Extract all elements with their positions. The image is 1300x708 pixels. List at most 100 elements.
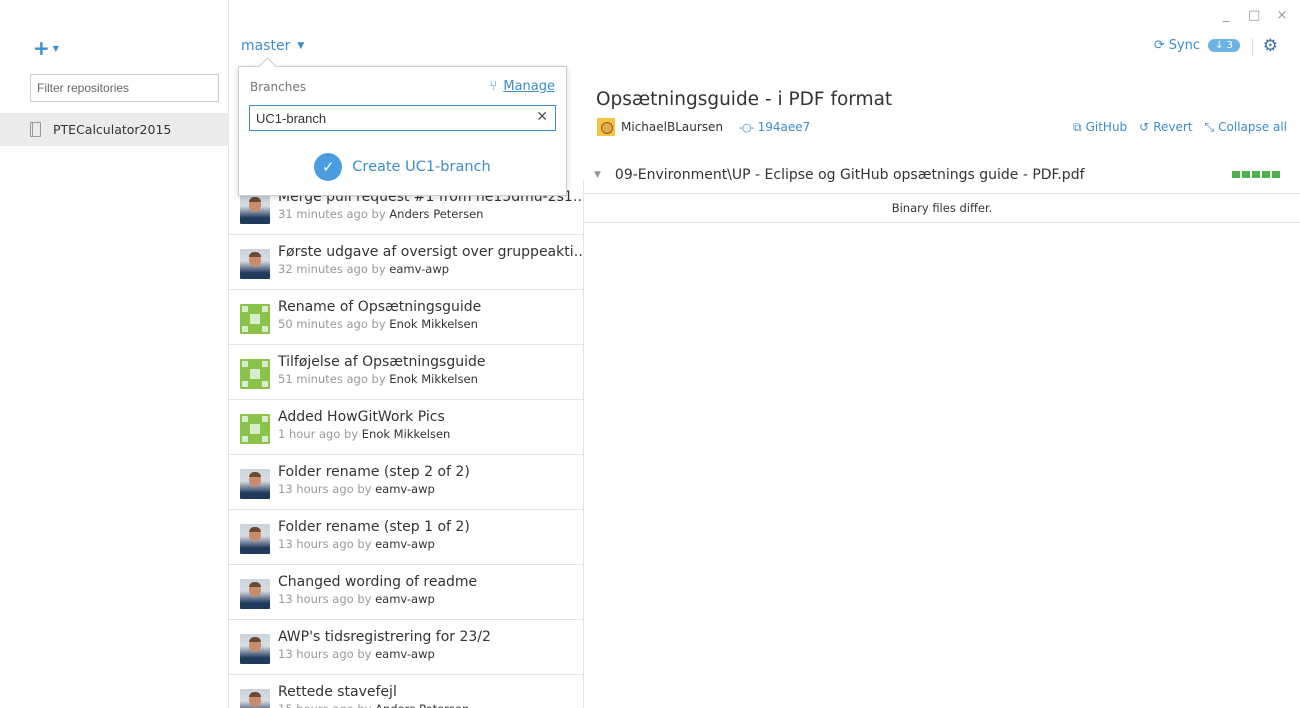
commit-meta: 13 hours ago by eamv-awp [278, 536, 583, 552]
commit-message: Rettede stavefejl [278, 684, 397, 700]
commit-time: 31 minutes ago by [278, 207, 386, 221]
commit-row[interactable]: Tilføjelse af Opsætningsguide 51 minutes … [229, 345, 583, 400]
commit-row[interactable]: Rename of Opsætningsguide 50 minutes ago … [229, 290, 583, 345]
commit-message: Første udgave af oversigt over gruppeakt… [278, 244, 584, 260]
file-name: 09-Environment\UP - Eclipse og GitHub op… [614, 166, 1085, 183]
add-repository-button[interactable]: + ▼ [33, 36, 59, 60]
collapse-label: Collapse all [1218, 120, 1287, 134]
commit-time: 13 hours ago by [278, 647, 372, 661]
github-button[interactable]: ⧉ GitHub [1073, 120, 1127, 135]
commit-actions: ⧉ GitHub ↺ Revert ⤡ Collapse all [1073, 120, 1287, 135]
commit-icon: -○- [739, 120, 755, 134]
branch-selector-button[interactable]: master ▼ [241, 38, 304, 54]
avatar [240, 524, 270, 554]
commit-meta: 13 hours ago by eamv-awp [278, 481, 583, 497]
clear-icon[interactable]: ✕ [536, 109, 548, 125]
chevron-down-icon: ▼ [297, 41, 305, 51]
filter-repositories-input[interactable] [30, 74, 219, 102]
commit-time: 13 hours ago by [278, 482, 372, 496]
commit-history-list: Merge pull request #1 from he15dmu-2s14.… [229, 180, 584, 708]
commit-message: Folder rename (step 1 of 2) [278, 519, 470, 535]
repository-item[interactable]: PTECalculator2015 [0, 113, 229, 146]
commit-time: 13 hours ago by [278, 592, 372, 606]
commit-meta: 32 minutes ago by eamv-awp [278, 261, 583, 277]
commit-row[interactable]: Første udgave af oversigt over gruppeakt… [229, 235, 583, 290]
branch-popover: Branches ⑂ Manage ✕ ✓ Create UC1-branch [238, 66, 567, 196]
revert-button[interactable]: ↺ Revert [1139, 120, 1192, 135]
commit-time: 32 minutes ago by [278, 262, 386, 276]
commit-time: 13 hours ago by [278, 537, 372, 551]
file-diff-header[interactable]: ▼ 09-Environment\UP - Eclipse og GitHub … [584, 156, 1300, 194]
commit-text: Tilføjelse af Opsætningsguide 51 minutes … [278, 353, 583, 387]
commit-author: eamv-awp [375, 647, 435, 661]
maximize-button[interactable]: □ [1248, 8, 1260, 23]
commit-row[interactable]: AWP's tidsregistrering for 23/2 13 hours … [229, 620, 583, 675]
sync-button[interactable]: ⟳ Sync ↓ 3 [1154, 38, 1240, 53]
avatar [597, 118, 615, 136]
plus-icon: + [33, 36, 50, 60]
commit-message: Folder rename (step 2 of 2) [278, 464, 470, 480]
commit-row[interactable]: Added HowGitWork Pics 1 hour ago by Enok … [229, 400, 583, 455]
collapse-all-button[interactable]: ⤡ Collapse all [1205, 120, 1287, 135]
commit-meta: 31 minutes ago by Anders Petersen [278, 206, 583, 222]
branch-icon: ⑂ [489, 79, 498, 94]
commit-meta: 51 minutes ago by Enok Mikkelsen [278, 371, 583, 387]
commit-text: Rename of Opsætningsguide 50 minutes ago … [278, 298, 583, 332]
avatar [240, 469, 270, 499]
commit-sha-link[interactable]: -○- 194aee7 [739, 120, 810, 134]
commit-message: Rename of Opsætningsguide [278, 299, 482, 315]
chevron-down-icon: ▼ [52, 43, 59, 53]
commit-text: AWP's tidsregistrering for 23/2 13 hours … [278, 628, 583, 662]
window-controls: _ □ × [1220, 8, 1288, 23]
create-branch-button[interactable]: ✓ Create UC1-branch [239, 153, 566, 181]
commit-text: Folder rename (step 1 of 2) 13 hours ago … [278, 518, 583, 552]
avatar [240, 634, 270, 664]
commit-text: Første udgave af oversigt over gruppeakt… [278, 243, 583, 277]
gear-icon[interactable]: ⚙ [1263, 36, 1278, 56]
commit-text: Changed wording of readme 13 hours ago by… [278, 573, 583, 607]
commit-meta: 1 hour ago by Enok Mikkelsen [278, 426, 583, 442]
close-button[interactable]: × [1276, 8, 1288, 23]
repository-name: PTECalculator2015 [53, 122, 172, 137]
commit-author: eamv-awp [375, 592, 435, 606]
commit-time: 50 minutes ago by [278, 317, 386, 331]
sync-label: Sync [1168, 38, 1201, 53]
toolbar-divider [1252, 38, 1253, 56]
commit-row[interactable]: Rettede stavefejl 15 hours ago by Anders … [229, 675, 583, 708]
commit-text: Added HowGitWork Pics 1 hour ago by Enok … [278, 408, 583, 442]
commit-author: eamv-awp [375, 537, 435, 551]
sync-count-badge: ↓ 3 [1208, 39, 1240, 52]
commit-author: eamv-awp [375, 482, 435, 496]
expand-caret-icon[interactable]: ▼ [594, 170, 601, 180]
commit-title: Opsætningsguide - i PDF format [596, 89, 893, 110]
commit-message: Added HowGitWork Pics [278, 409, 445, 425]
github-label: GitHub [1085, 120, 1128, 134]
branches-label: Branches [250, 80, 306, 94]
diffstat-block [1252, 171, 1260, 178]
revert-label: Revert [1153, 120, 1193, 134]
commit-author: Anders Petersen [375, 702, 469, 708]
manage-label: Manage [503, 79, 555, 94]
repository-sidebar: + ▼ PTECalculator2015 [0, 0, 229, 708]
minimize-button[interactable]: _ [1220, 8, 1232, 23]
commit-row[interactable]: Folder rename (step 2 of 2) 13 hours ago … [229, 455, 583, 510]
commit-sha: 194aee7 [757, 120, 811, 134]
diffstat-block [1242, 171, 1250, 178]
commit-message: Changed wording of readme [278, 574, 478, 590]
commit-time: 51 minutes ago by [278, 372, 386, 386]
binary-diff-note: Binary files differ. [584, 194, 1300, 223]
diffstat-block [1232, 171, 1240, 178]
current-branch: master [241, 38, 291, 54]
avatar [240, 304, 270, 334]
commit-message: AWP's tidsregistrering for 23/2 [278, 629, 491, 645]
commit-author: Anders Petersen [389, 207, 484, 221]
commit-row[interactable]: Changed wording of readme 13 hours ago by… [229, 565, 583, 620]
commit-time: 15 hours ago by [278, 702, 371, 708]
commit-row[interactable]: Folder rename (step 1 of 2) 13 hours ago … [229, 510, 583, 565]
avatar [240, 579, 270, 609]
sync-icon: ⟳ [1153, 38, 1165, 53]
manage-branches-link[interactable]: ⑂ Manage [490, 79, 555, 94]
branch-name-input[interactable] [249, 105, 556, 131]
external-link-icon: ⧉ [1073, 120, 1082, 134]
diffstat-block [1272, 171, 1280, 178]
